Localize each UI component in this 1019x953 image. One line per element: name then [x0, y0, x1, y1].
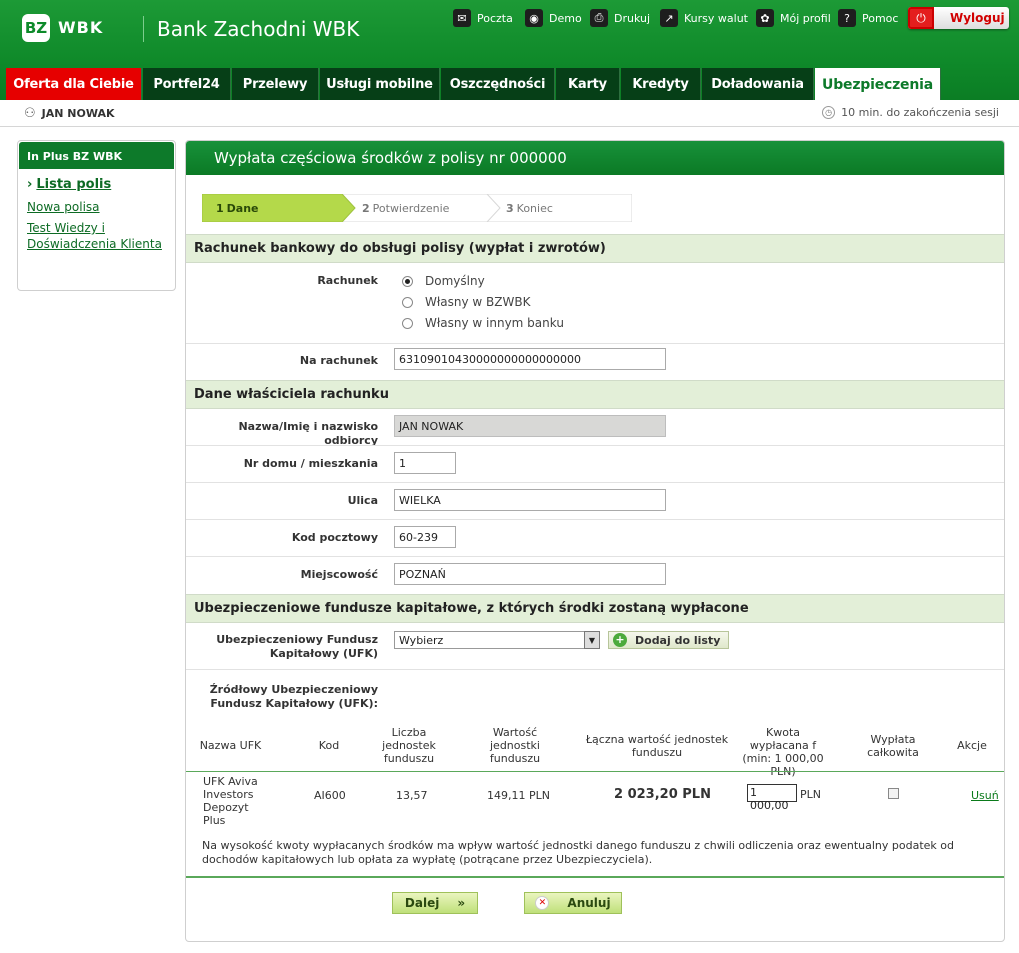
- th-laczna: Łączna wartość jednostek funduszu: [585, 733, 729, 759]
- tab-doladowania[interactable]: Doładowania: [702, 68, 814, 100]
- logout-icon: ⏻: [908, 7, 934, 29]
- account-label: Na rachunek: [299, 354, 378, 367]
- double-chevron-right-icon: »: [457, 896, 466, 910]
- full-withdrawal-checkbox[interactable]: [888, 788, 899, 799]
- row-fund-code: AI600: [314, 789, 346, 802]
- session-timer: ◷ 10 min. do zakończenia sesji: [822, 106, 999, 119]
- ufk-select[interactable]: Wybierz ▼: [394, 631, 600, 649]
- tab-oferta[interactable]: Oferta dla Ciebie: [6, 68, 142, 100]
- name-label: Nazwa/Imię i nazwisko odbiorcy: [238, 420, 378, 447]
- street-label: Ulica: [347, 494, 378, 507]
- tab-przelewy[interactable]: Przelewy: [232, 68, 319, 100]
- logout-button[interactable]: ⏻ Wyloguj: [908, 7, 1009, 29]
- tab-oszczednosci[interactable]: Oszczędności: [441, 68, 555, 100]
- header: BZ WBK Bank Zachodni WBK ✉ Poczta ◉ Demo ⎙…: [0, 0, 1019, 102]
- toplink-moj-profil[interactable]: ✿ Mój profil: [756, 8, 831, 28]
- name-input: JAN NOWAK: [394, 415, 666, 437]
- toplink-drukuj[interactable]: ⎙ Drukuj: [590, 8, 650, 28]
- sidebar: In Plus BZ WBK › Lista polis Nowa polisa …: [17, 140, 176, 291]
- radio-domyslny[interactable]: Domyślny: [402, 274, 485, 288]
- toplink-poczta[interactable]: ✉ Poczta: [453, 8, 513, 28]
- sidebar-item-lista-polis[interactable]: › Lista polis: [27, 177, 175, 193]
- user-info: ⚇ JAN NOWAK: [24, 106, 115, 121]
- plus-icon: +: [613, 633, 627, 647]
- tab-portfel24[interactable]: Portfel24: [143, 68, 231, 100]
- zip-input[interactable]: 60-239: [394, 526, 456, 548]
- row-units: 13,57: [396, 789, 428, 802]
- street-input[interactable]: WIELKA: [394, 489, 666, 511]
- section-account-title: Rachunek bankowy do obsługi polisy (wypł…: [186, 234, 1004, 263]
- clock-icon: ◷: [822, 106, 836, 119]
- chevron-right-icon: ›: [27, 177, 33, 192]
- user-bar: ⚇ JAN NOWAK ◷ 10 min. do zakończenia sesji: [0, 100, 1019, 127]
- row-fund-name: UFK Aviva Investors Depozyt Plus: [203, 775, 258, 827]
- remove-link[interactable]: Usuń: [971, 789, 999, 802]
- step-2: 2 Potwierdzenie: [362, 201, 450, 215]
- bank-logo[interactable]: BZ WBK: [22, 14, 132, 44]
- mail-icon: ✉: [453, 9, 471, 27]
- chevron-down-icon: ▼: [584, 631, 600, 649]
- th-wartosc: Wartość jednostki funduszu: [489, 726, 541, 765]
- help-icon: ?: [838, 9, 856, 27]
- source-ufk-label: Źródłowy Ubezpieczeniowy Fundusz Kapitał…: [209, 683, 378, 710]
- house-input[interactable]: 1: [394, 452, 456, 474]
- tab-ubezpieczenia[interactable]: Ubezpieczenia: [815, 68, 941, 102]
- section-owner-title: Dane właściciela rachunku: [186, 380, 1004, 409]
- tab-uslugi-mobilne[interactable]: Usługi mobilne: [320, 68, 440, 100]
- radio-wlasny-inny-bank[interactable]: Własny w innym banku: [402, 316, 564, 330]
- account-input[interactable]: 63109010430000000000000000: [394, 348, 666, 370]
- cancel-button[interactable]: ✕ Anuluj: [524, 892, 622, 914]
- close-icon: ✕: [535, 896, 550, 910]
- user-name: JAN NOWAK: [41, 107, 115, 120]
- user-icon: ⚇: [24, 106, 36, 121]
- main-panel: Wypłata częściowa środków z polisy nr 00…: [185, 140, 1005, 942]
- radio-wlasny-bzwbk[interactable]: Własny w BZWBK: [402, 295, 530, 309]
- main-nav: Oferta dla Ciebie Portfel24 Przelewy Usł…: [0, 68, 1019, 102]
- th-liczba: Liczba jednostek funduszu: [382, 726, 436, 765]
- tab-karty[interactable]: Karty: [556, 68, 620, 100]
- print-icon: ⎙: [590, 9, 608, 27]
- toplink-kursy-walut[interactable]: ↗ Kursy walut: [660, 8, 748, 28]
- logo-mark: BZ: [22, 14, 50, 42]
- tab-kredyty[interactable]: Kredyty: [621, 68, 701, 100]
- city-input[interactable]: POZNAŃ: [394, 563, 666, 585]
- next-button[interactable]: Dalej»: [392, 892, 478, 914]
- header-separator: [143, 16, 144, 42]
- demo-icon: ◉: [525, 9, 543, 27]
- sidebar-title: In Plus BZ WBK: [19, 142, 174, 169]
- sidebar-item-nowa-polisa[interactable]: Nowa polisa: [27, 199, 175, 215]
- th-wyplata-calkowita: Wypłata całkowita: [867, 733, 919, 759]
- row-unit-value: 149,11 PLN: [487, 789, 550, 802]
- wizard-steps: 1 Dane 2 Potwierdzenie 3 Koniec: [202, 194, 632, 222]
- ufk-label: Ubezpieczeniowy Fundusz Kapitałowy (UFK): [216, 633, 378, 660]
- bank-name: Bank Zachodni WBK: [157, 17, 360, 41]
- house-label: Nr domu / mieszkania: [243, 457, 378, 470]
- city-label: Miejscowość: [300, 568, 378, 581]
- zip-label: Kod pocztowy: [291, 531, 378, 544]
- sidebar-item-test-wiedzy[interactable]: Test Wiedzy i Doświadczenia Klienta: [27, 220, 162, 252]
- toplink-demo[interactable]: ◉ Demo: [525, 8, 582, 28]
- page-title: Wypłata częściowa środków z polisy nr 00…: [186, 141, 1004, 175]
- step-1: 1 Dane: [216, 201, 259, 215]
- amount-currency: PLN: [800, 788, 821, 801]
- chart-icon: ↗: [660, 9, 678, 27]
- th-kod: Kod: [318, 739, 340, 752]
- toplink-pomoc[interactable]: ? Pomoc: [838, 8, 898, 28]
- step-3: 3 Koniec: [506, 201, 553, 215]
- row-total-value: 2 023,20 PLN: [614, 787, 711, 802]
- rachunek-label: Rachunek: [317, 274, 378, 287]
- section-funds-title: Ubezpieczeniowe fundusze kapitałowe, z k…: [186, 594, 1004, 623]
- info-note: Na wysokość kwoty wypłacanych środków ma…: [202, 839, 954, 866]
- add-to-list-button[interactable]: + Dodaj do listy: [608, 631, 730, 649]
- logo-text: WBK: [58, 18, 104, 37]
- amount-input[interactable]: 1 000,00: [747, 784, 797, 812]
- th-nazwa: Nazwa UFK: [199, 739, 262, 752]
- th-akcje: Akcje: [957, 739, 987, 752]
- profile-icon: ✿: [756, 9, 774, 27]
